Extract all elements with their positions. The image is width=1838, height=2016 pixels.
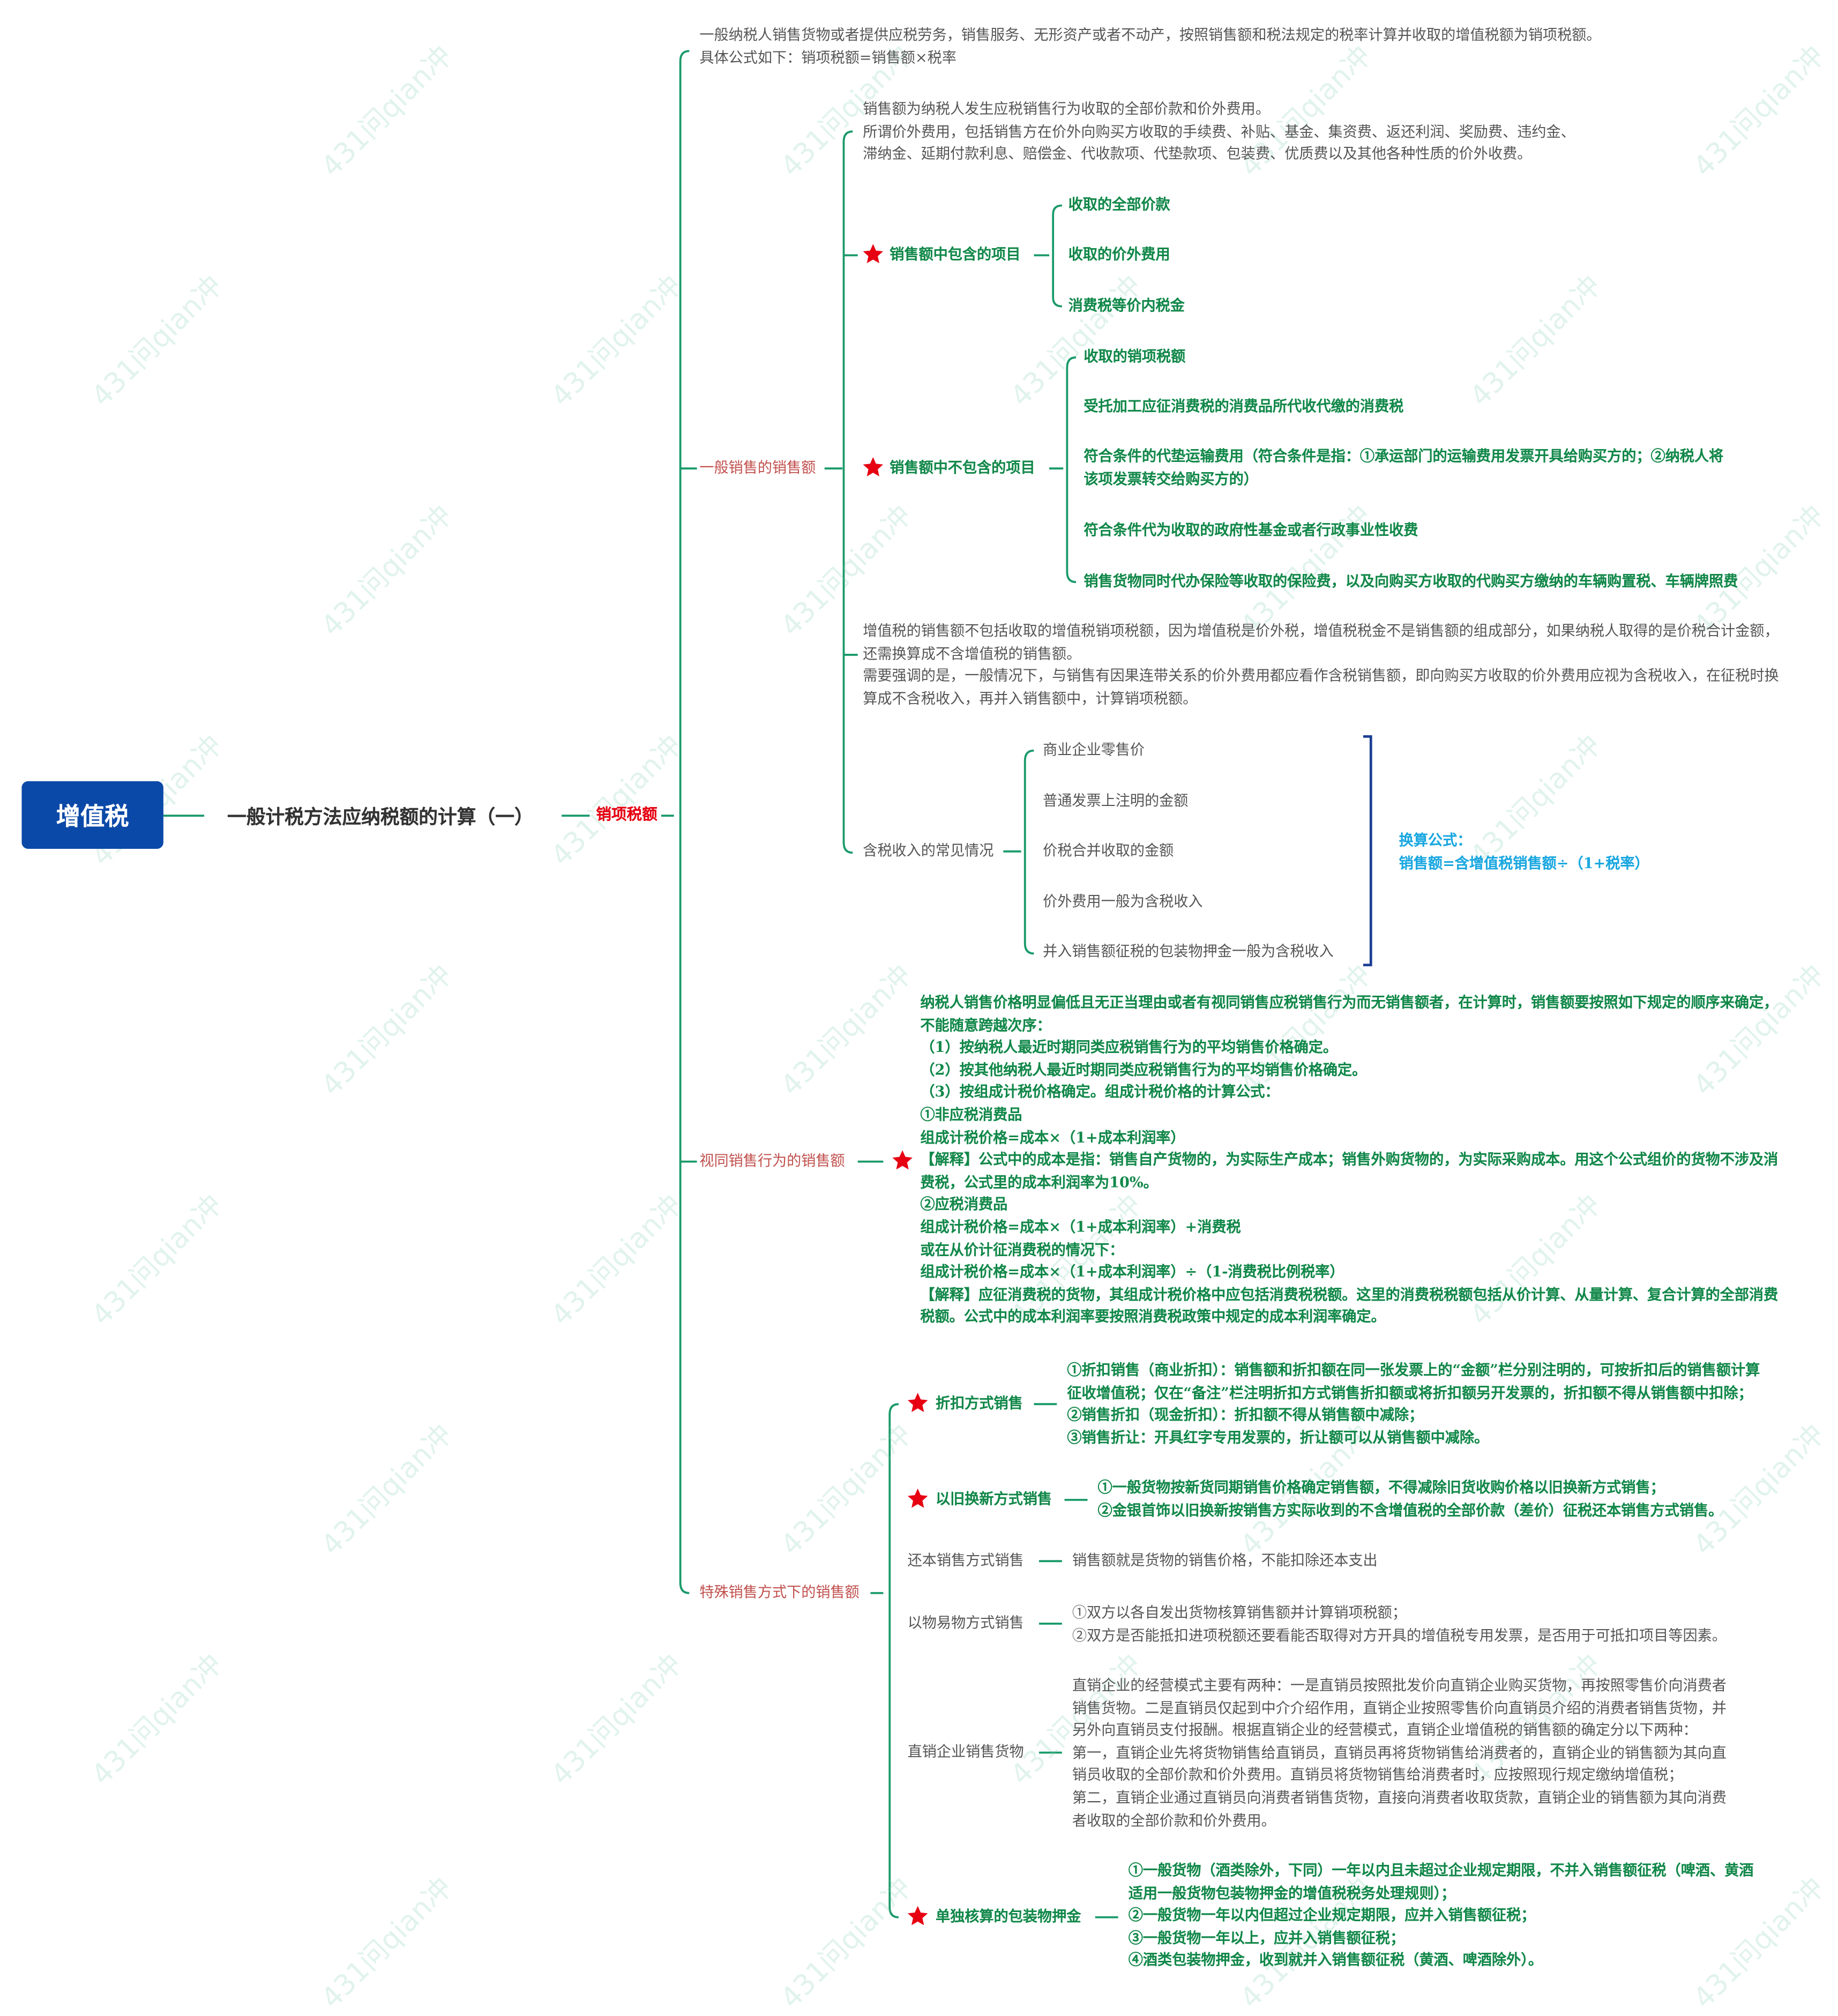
- star-icon: [907, 1906, 928, 1925]
- root-node[interactable]: 增值税: [21, 781, 163, 849]
- star-icon: [892, 1150, 913, 1170]
- special-item-label[interactable]: 以物易物方式销售: [908, 1612, 1024, 1634]
- special-item-text: 直销企业的经营模式主要有两种：一是直销员按照批发价向直销企业购买货物，再按照零售…: [1072, 1676, 1727, 1829]
- general-note-text: 增值税的销售额不包括收取的增值税销项税额，因为增值税是价外税，增值税税金不是销售…: [863, 622, 1779, 707]
- special-item-label[interactable]: 还本销售方式销售: [908, 1550, 1024, 1572]
- excluded-items-node[interactable]: 销售额中不包含的项目: [890, 457, 1035, 480]
- excluded-item: 销售货物同时代办保险等收取的保险费，以及向购买方收取的代购买方缴纳的车辆购置税、…: [1084, 572, 1738, 590]
- conversion-formula: 换算公式： 销售额=含增值税销售额÷（1+税率）: [1399, 831, 1649, 871]
- special-item-text: 销售额就是货物的销售价格，不能扣除还本支出: [1072, 1551, 1378, 1569]
- l2-node[interactable]: 销项税额: [596, 804, 657, 827]
- excluded-item: 受托加工应征消费税的消费品所代收代缴的消费税: [1084, 397, 1404, 415]
- l1-node[interactable]: 一般计税方法应纳税额的计算（一）: [227, 803, 534, 830]
- star-icon: [907, 1393, 928, 1412]
- included-item: 收取的全部价款: [1068, 195, 1170, 213]
- deemed-sales-node[interactable]: 视同销售行为的销售额: [699, 1150, 845, 1173]
- mind-map: 431问qian冲 431问qian冲 431问qian冲 431问qian冲 …: [0, 0, 1838, 2015]
- tax-inclusive-item: 价税合并收取的金额: [1043, 841, 1174, 860]
- excluded-item: 符合条件代为收取的政府性基金或者行政事业性收费: [1084, 520, 1418, 539]
- included-items-node[interactable]: 销售额中包含的项目: [890, 244, 1020, 266]
- general-definition-text: 销售额为纳税人发生应税销售行为收取的全部价款和价外费用。 所谓价外费用，包括销售…: [863, 99, 1575, 162]
- special-item-label[interactable]: 单独核算的包装物押金: [936, 1906, 1081, 1928]
- tax-inclusive-item: 并入销售额征税的包装物押金一般为含税收入: [1043, 942, 1334, 960]
- deemed-sales-text: 纳税人销售价格明显偏低且无正当理由或者有视同销售应税销售行为而无销售额者，在计算…: [920, 993, 1779, 1326]
- star-icon: [863, 457, 884, 476]
- special-item-label[interactable]: 折扣方式销售: [936, 1393, 1023, 1415]
- tax-inclusive-node[interactable]: 含税收入的常见情况: [863, 840, 993, 862]
- excluded-item: 收取的销项税额: [1084, 347, 1186, 365]
- tax-inclusive-item: 商业企业零售价: [1043, 740, 1145, 758]
- included-item: 消费税等价内税金: [1068, 296, 1185, 314]
- star-icon: [863, 244, 884, 264]
- general-sales-node[interactable]: 一般销售的销售额: [699, 457, 816, 480]
- tax-inclusive-item: 普通发票上注明的金额: [1043, 791, 1189, 810]
- special-item-text: ①双方以各自发出货物核算销售额并计算销项税额； ②双方是否能抵扣进项税额还要看能…: [1072, 1603, 1727, 1644]
- excluded-item: 符合条件的代垫运输费用（符合条件是指：①承运部门的运输费用发票开具给购买方的；②…: [1084, 446, 1724, 487]
- intro-text: 一般纳税人销售货物或者提供应税劳务，销售服务、无形资产或者不动产，按照销售额和税…: [699, 25, 1601, 66]
- special-sales-node[interactable]: 特殊销售方式下的销售额: [699, 1581, 859, 1604]
- special-item-label[interactable]: 直销企业销售货物: [908, 1741, 1024, 1764]
- special-item-text: ①一般货物按新货同期销售价格确定销售额，不得减除旧货收购价格以旧换新方式销售； …: [1097, 1478, 1723, 1519]
- tax-inclusive-item: 价外费用一般为含税收入: [1043, 892, 1203, 910]
- special-item-text: ①折扣销售（商业折扣）：销售额和折扣额在同一张发票上的“金额”栏分别注明的，可按…: [1067, 1361, 1760, 1446]
- star-icon: [907, 1488, 928, 1508]
- special-item-text: ①一般货物（酒类除外，下同）一年以内且未超过企业规定期限，不并入销售额征税（啤酒…: [1128, 1861, 1754, 1969]
- included-item: 收取的价外费用: [1068, 245, 1170, 263]
- special-item-label[interactable]: 以旧换新方式销售: [936, 1488, 1052, 1511]
